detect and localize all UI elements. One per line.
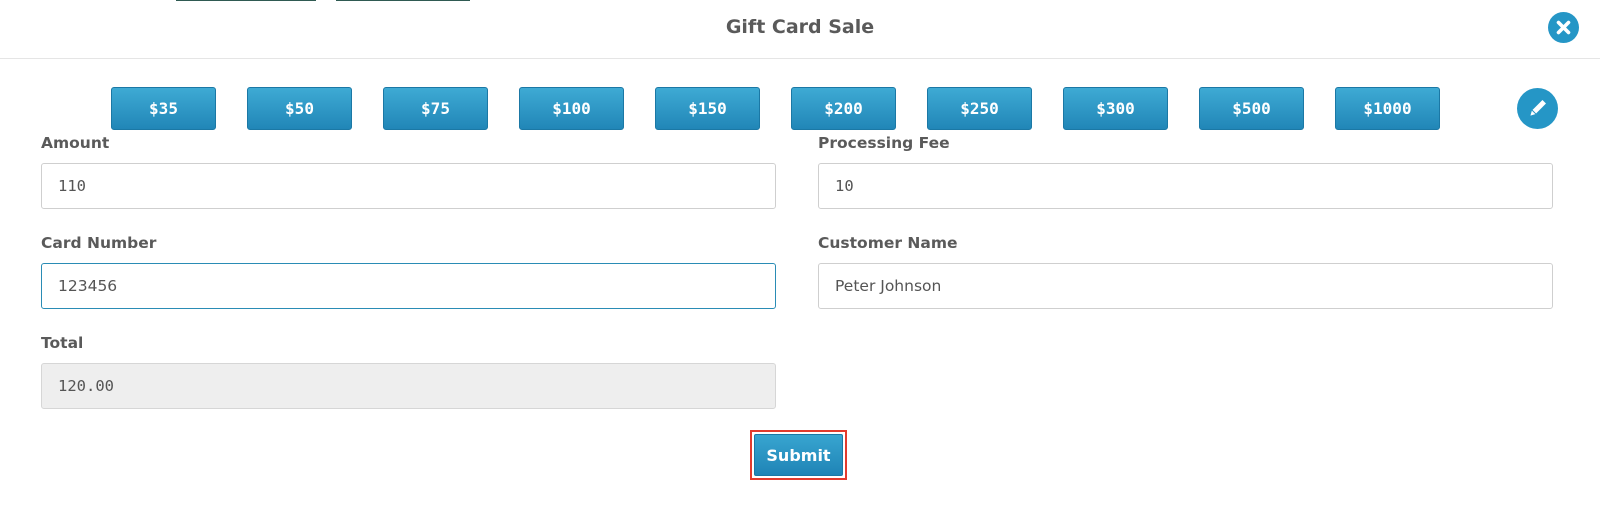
preset-150-button[interactable]: $150 [655,87,760,130]
amount-presets: $35 $50 $75 $100 $150 $200 $250 $300 $50… [0,87,1600,131]
preset-75-button[interactable]: $75 [383,87,488,130]
preset-1000-button[interactable]: $1000 [1335,87,1440,130]
preset-50-button[interactable]: $50 [247,87,352,130]
pencil-icon [1530,100,1546,116]
amount-input[interactable] [41,163,776,209]
total-input [41,363,776,409]
submit-button[interactable]: Submit [754,434,843,476]
preset-250-button[interactable]: $250 [927,87,1032,130]
close-button[interactable] [1548,12,1579,43]
card-number-input[interactable] [41,263,776,309]
preset-200-button[interactable]: $200 [791,87,896,130]
preset-300-button[interactable]: $300 [1063,87,1168,130]
processing-fee-input[interactable] [818,163,1553,209]
customer-name-label: Customer Name [818,234,958,252]
preset-500-button[interactable]: $500 [1199,87,1304,130]
customer-name-input[interactable] [818,263,1553,309]
preset-35-button[interactable]: $35 [111,87,216,130]
dialog-header: Gift Card Sale [0,0,1600,59]
edit-presets-button[interactable] [1517,88,1558,129]
dialog-title: Gift Card Sale [725,16,875,38]
preset-100-button[interactable]: $100 [519,87,624,130]
amount-label: Amount [41,134,110,152]
card-number-label: Card Number [41,234,157,252]
processing-fee-label: Processing Fee [818,134,950,152]
close-icon [1556,20,1571,35]
total-label: Total [41,334,84,352]
